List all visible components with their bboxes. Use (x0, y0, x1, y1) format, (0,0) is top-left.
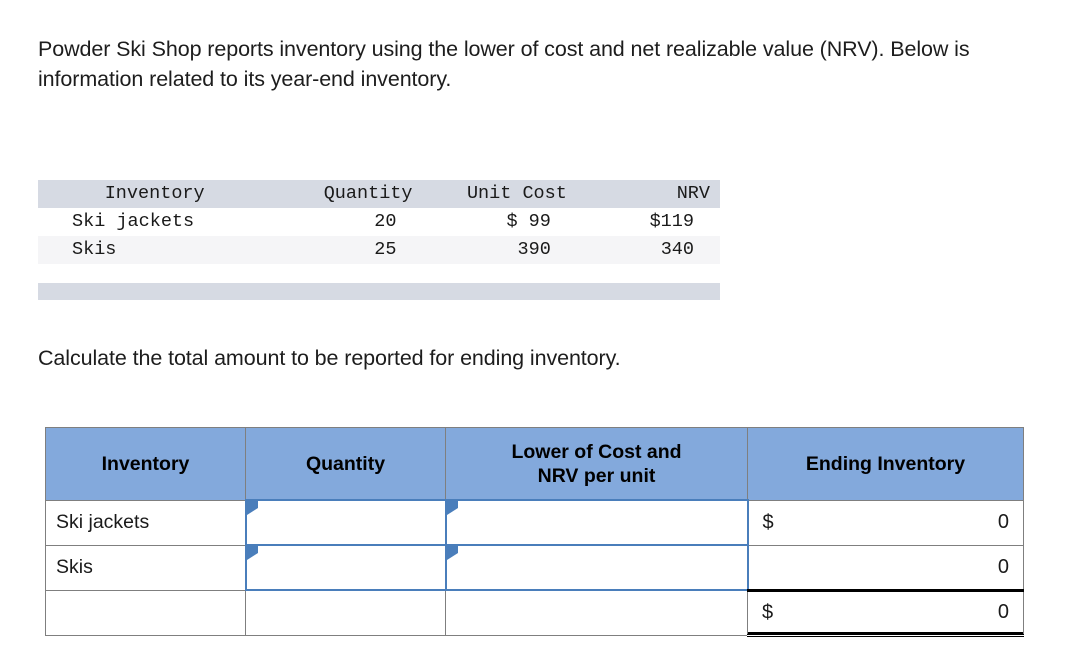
total-ending-inventory-value: 0 (997, 601, 1009, 623)
answer-header-inventory: Inventory (45, 427, 246, 501)
given-data-cell-unit-cost: 390 (517, 239, 551, 260)
given-data-cell-quantity: 25 (374, 239, 397, 260)
table-row: Ski jackets $ 0 (45, 499, 1024, 546)
table-row-total: $ 0 (45, 588, 1024, 637)
given-data-spacer-cell (38, 264, 271, 283)
given-data-spacer-row (38, 264, 720, 283)
given-data-cell-nrv: 340 (660, 239, 694, 260)
given-data-cell-nrv: $119 (649, 211, 694, 232)
cell-marker-triangle-icon (446, 501, 458, 515)
given-data-header-unit-cost: Unit Cost (466, 183, 567, 204)
intro-paragraph: Powder Ski Shop reports inventory using … (38, 37, 970, 91)
answer-header-lower-of-cost-line2: NRV per unit (537, 464, 656, 487)
ending-inventory-value-skis: 0 (997, 555, 1009, 578)
currency-symbol: $ (762, 511, 774, 533)
given-data-header-row: Inventory Quantity Unit Cost NRV (38, 180, 720, 208)
ending-inventory-value-ski-jackets: 0 (997, 511, 1009, 533)
cell-marker-triangle-icon (446, 546, 458, 560)
total-row-label (45, 589, 246, 636)
answer-row-label-ski-jackets: Ski jackets (45, 499, 246, 546)
table-row: Skis 0 (45, 544, 1024, 591)
lower-of-cost-nrv-input-ski-jackets[interactable] (444, 499, 749, 546)
currency-symbol: $ (762, 601, 774, 623)
question-prompt: Calculate the total amount to be reporte… (38, 346, 621, 370)
given-data-spacer-cell (577, 264, 720, 283)
quantity-input-ski-jackets[interactable] (244, 499, 447, 546)
given-data-cell-inventory: Ski jackets (72, 211, 195, 232)
given-data-spacer-cell (271, 264, 422, 283)
lower-of-cost-nrv-input-skis[interactable] (444, 544, 749, 591)
table-row: Skis 25 390 340 (38, 236, 720, 264)
ending-inventory-cell-skis: 0 (747, 544, 1024, 591)
given-inventory-data-table: Inventory Quantity Unit Cost NRV Ski jac… (38, 180, 720, 300)
answer-row-label-skis: Skis (45, 544, 246, 591)
given-data-header-inventory: Inventory (104, 183, 205, 204)
answer-table-header-row: Inventory Quantity Lower of Cost and NRV… (45, 427, 1024, 501)
total-row-lower-of-cost-nrv-cell (445, 589, 748, 636)
given-data-spacer-cell (423, 264, 577, 283)
answer-header-quantity: Quantity (245, 427, 446, 501)
total-row-quantity-cell (245, 589, 446, 636)
quantity-input-skis[interactable] (244, 544, 447, 591)
total-ending-inventory-cell: $ 0 (747, 588, 1024, 637)
given-data-header-nrv: NRV (676, 183, 710, 204)
answer-header-lower-of-cost-and-nrv: Lower of Cost and NRV per unit (445, 427, 748, 501)
given-data-footer-cell (38, 283, 720, 300)
given-data-cell-unit-cost: $ 99 (506, 211, 551, 232)
answer-header-lower-of-cost-line1: Lower of Cost and (511, 440, 682, 463)
ending-inventory-cell-ski-jackets: $ 0 (747, 499, 1024, 546)
table-row: Ski jackets 20 $ 99 $119 (38, 208, 720, 236)
answer-header-ending-inventory: Ending Inventory (747, 427, 1024, 501)
given-data-cell-inventory: Skis (72, 239, 117, 260)
cell-marker-triangle-icon (246, 546, 258, 560)
given-data-cell-quantity: 20 (374, 211, 397, 232)
cell-marker-triangle-icon (246, 501, 258, 515)
ending-inventory-answer-table: Inventory Quantity Lower of Cost and NRV… (45, 427, 1024, 637)
given-data-footer-row (38, 283, 720, 300)
given-data-header-quantity: Quantity (323, 183, 413, 204)
